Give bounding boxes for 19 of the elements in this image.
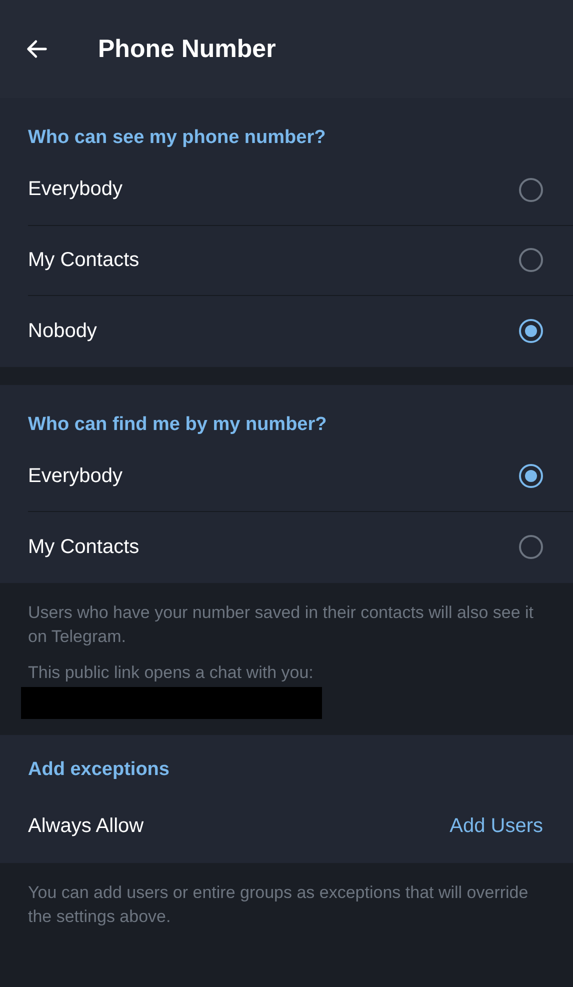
radio-button[interactable]	[519, 178, 543, 202]
radio-option[interactable]: Everybody	[28, 442, 573, 512]
info-text: This public link opens a chat with you:	[28, 662, 314, 684]
radio-option[interactable]: My Contacts	[28, 226, 573, 296]
radio-option[interactable]: Everybody	[28, 155, 573, 226]
radio-button[interactable]	[519, 248, 543, 272]
footer-note: You can add users or entire groups as exceptions that will override the settings above.	[28, 882, 530, 928]
screen-title: Phone Number	[98, 34, 276, 64]
always-allow-label: Always Allow	[28, 815, 144, 838]
add-users-link[interactable]: Add Users	[450, 815, 543, 838]
section-heading: Add exceptions	[28, 758, 170, 782]
radio-button[interactable]	[519, 535, 543, 560]
radio-option[interactable]: My Contacts	[28, 512, 573, 582]
radio-button[interactable]	[519, 464, 543, 488]
radio-option[interactable]: Nobody	[28, 296, 573, 366]
info-text: Users who have your number saved in their contacts will also see it on Telegram.	[28, 602, 535, 648]
radio-button[interactable]	[519, 319, 543, 344]
section-heading: Who can find me by my number?	[28, 412, 328, 436]
section-heading: Who can see my phone number?	[28, 126, 327, 150]
